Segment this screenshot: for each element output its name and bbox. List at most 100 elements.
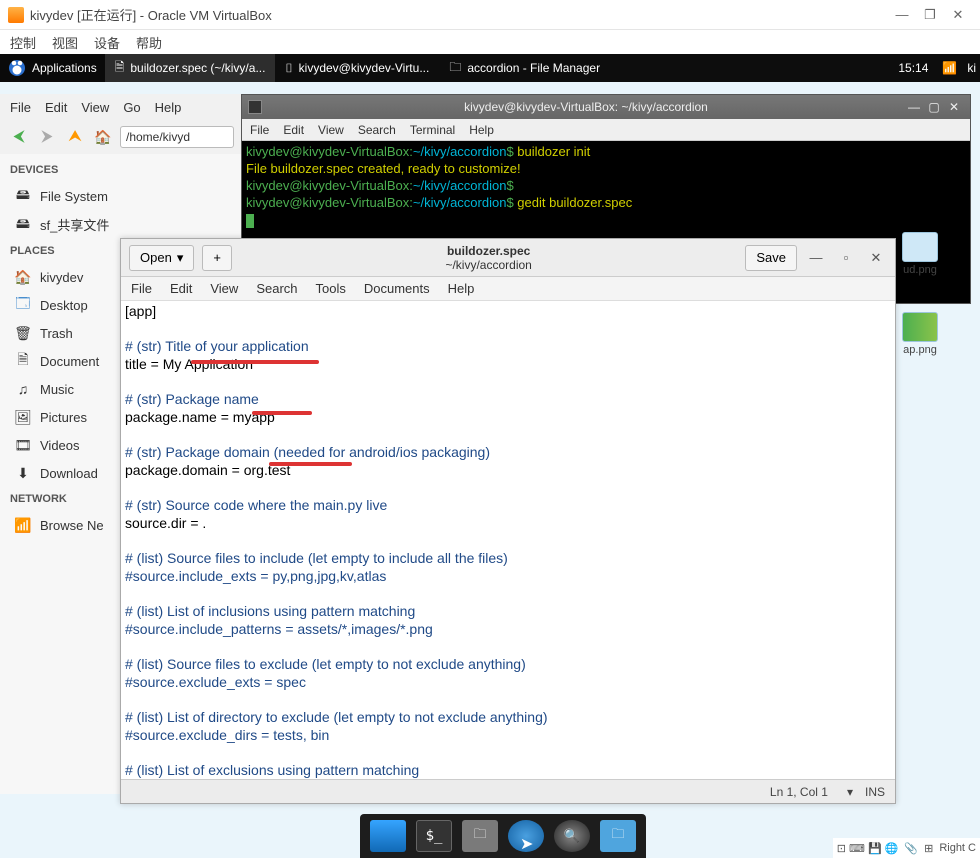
sidebar-item-label: Browse Ne: [40, 518, 104, 533]
menu-file[interactable]: File: [250, 123, 269, 137]
path-input[interactable]: /home/kivyd: [120, 126, 234, 148]
menu-view[interactable]: View: [81, 100, 109, 115]
image-file-icon: [902, 232, 938, 262]
sidebar-item-label: Document: [40, 354, 99, 369]
clock[interactable]: 15:14: [890, 61, 936, 75]
highlight-underline: [252, 411, 312, 415]
sidebar-item-filesystem[interactable]: 🖴File System: [0, 182, 242, 210]
gedit-statusbar: Ln 1, Col 1 ▾ INS: [121, 779, 895, 803]
menu-help[interactable]: Help: [448, 281, 475, 296]
dock-desktop-button[interactable]: [370, 820, 406, 852]
save-button[interactable]: Save: [745, 245, 797, 271]
status-icons[interactable]: ⊡ ⌨ 💾 🌐: [837, 842, 899, 855]
home-icon: 🏠: [14, 268, 32, 286]
back-button[interactable]: ⮜: [8, 126, 30, 148]
folder-icon: 🗀: [449, 58, 461, 79]
menu-view[interactable]: View: [210, 281, 238, 296]
dock: $_ 🗀 ➤ 🔍 🗀: [360, 814, 646, 858]
download-icon: ⬇: [14, 464, 32, 482]
term-user: kivydev@kivydev-VirtualBox: [246, 178, 409, 193]
menu-help[interactable]: Help: [469, 123, 494, 137]
applications-menu[interactable]: Applications: [0, 54, 105, 82]
sidebar-item-label: sf_共享文件: [40, 215, 109, 234]
sidebar-item-label: Trash: [40, 326, 73, 341]
taskbar-tab-gedit[interactable]: 🗎 buildozer.spec (~/kivy/a...: [105, 54, 276, 82]
dock-terminal-button[interactable]: $_: [416, 820, 452, 852]
up-button[interactable]: ⮝: [64, 126, 86, 148]
gedit-menubar: File Edit View Search Tools Documents He…: [121, 277, 895, 301]
restore-button[interactable]: ❐: [916, 7, 944, 23]
term-cmd: buildozer init: [517, 144, 590, 159]
menu-edit[interactable]: Edit: [45, 100, 67, 115]
gedit-icon: 🗎: [115, 58, 125, 79]
menu-terminal[interactable]: Terminal: [410, 123, 455, 137]
dock-folder-button[interactable]: 🗀: [600, 820, 636, 852]
home-button[interactable]: 🏠: [92, 126, 114, 148]
menu-search[interactable]: Search: [358, 123, 396, 137]
maximize-button[interactable]: ▢: [924, 100, 944, 114]
menu-edit[interactable]: Edit: [170, 281, 192, 296]
status-position: Ln 1, Col 1: [763, 784, 835, 800]
chevron-down-icon[interactable]: ▾: [847, 785, 853, 799]
gedit-title-filename: buildozer.spec: [240, 244, 737, 258]
minimize-button[interactable]: —: [805, 250, 827, 265]
code-area[interactable]: [app] # (str) Title of your application …: [121, 301, 895, 779]
menu-control[interactable]: 控制: [10, 33, 36, 52]
maximize-button[interactable]: ▫: [835, 250, 857, 265]
drive-icon: 🖴: [14, 187, 32, 205]
desktop: File Edit View Go Help ⮜ ⮞ ⮝ 🏠 /home/kiv…: [0, 82, 980, 858]
taskbar-tab-terminal[interactable]: ⌷ kivydev@kivydev-Virtu...: [275, 54, 439, 82]
gedit-toolbar: Open▾ + buildozer.spec ~/kivy/accordion …: [121, 239, 895, 277]
menu-file[interactable]: File: [131, 281, 152, 296]
open-button[interactable]: Open▾: [129, 245, 194, 271]
devices-header: DEVICES: [0, 158, 242, 182]
menu-go[interactable]: Go: [123, 100, 140, 115]
sidebar-item-label: Desktop: [40, 298, 88, 313]
minimize-button[interactable]: —: [904, 100, 924, 114]
term-path: ~/kivy/accordion: [413, 195, 507, 210]
new-tab-button[interactable]: +: [202, 245, 232, 271]
menu-devices[interactable]: 设备: [94, 33, 120, 52]
sidebar-item-shared[interactable]: 🖴 sf_共享文件: [0, 210, 242, 239]
indicator-icon[interactable]: 📶: [936, 61, 963, 75]
dock-search-button[interactable]: 🔍: [554, 820, 590, 852]
menu-edit[interactable]: Edit: [283, 123, 304, 137]
vbox-status-bar: ⊡ ⌨ 💾 🌐 📎 ⊞ Right C: [833, 838, 980, 858]
close-button[interactable]: ✕: [944, 100, 964, 114]
term-path: ~/kivy/accordion: [413, 178, 507, 193]
drive-icon: 🖴: [14, 216, 32, 234]
terminal-cursor: [246, 214, 254, 228]
menu-search[interactable]: Search: [256, 281, 297, 296]
terminal-titlebar[interactable]: kivydev@kivydev-VirtualBox: ~/kivy/accor…: [242, 95, 970, 119]
videos-icon: 🎞: [14, 436, 32, 454]
sidebar-item-label: Pictures: [40, 410, 87, 425]
close-button[interactable]: ✕: [865, 250, 887, 266]
dock-browser-button[interactable]: ➤: [508, 820, 544, 852]
status-icons[interactable]: 📎: [904, 842, 918, 855]
menu-tools[interactable]: Tools: [316, 281, 346, 296]
minimize-button[interactable]: —: [888, 7, 916, 22]
taskbar-tab-label: buildozer.spec (~/kivy/a...: [130, 61, 265, 75]
save-label: Save: [756, 250, 786, 265]
xfce-mouse-icon: [8, 59, 26, 77]
close-button[interactable]: ✕: [944, 7, 972, 23]
music-icon: ♫: [14, 380, 32, 398]
sidebar-item-label: kivydev: [40, 270, 83, 285]
gedit-content[interactable]: [app] # (str) Title of your application …: [121, 301, 895, 779]
menu-view[interactable]: 视图: [52, 33, 78, 52]
menu-view[interactable]: View: [318, 123, 344, 137]
menu-file[interactable]: File: [10, 100, 31, 115]
dock-filemanager-button[interactable]: 🗀: [462, 820, 498, 852]
term-user: kivydev@kivydev-VirtualBox: [246, 195, 409, 210]
desktop-icon: 🗔: [14, 296, 32, 314]
terminal-menubar: File Edit View Search Terminal Help: [242, 119, 970, 141]
menu-documents[interactable]: Documents: [364, 281, 430, 296]
menu-help[interactable]: Help: [155, 100, 182, 115]
forward-button[interactable]: ⮞: [36, 126, 58, 148]
menu-help[interactable]: 帮助: [136, 33, 162, 52]
cursor-arrow-icon: ➤: [520, 834, 533, 854]
vbox-title: kivydev [正在运行] - Oracle VM VirtualBox: [30, 5, 888, 24]
ki-indicator: ki: [963, 61, 980, 75]
gedit-title-path: ~/kivy/accordion: [240, 258, 737, 272]
taskbar-tab-filemanager[interactable]: 🗀 accordion - File Manager: [439, 54, 610, 82]
